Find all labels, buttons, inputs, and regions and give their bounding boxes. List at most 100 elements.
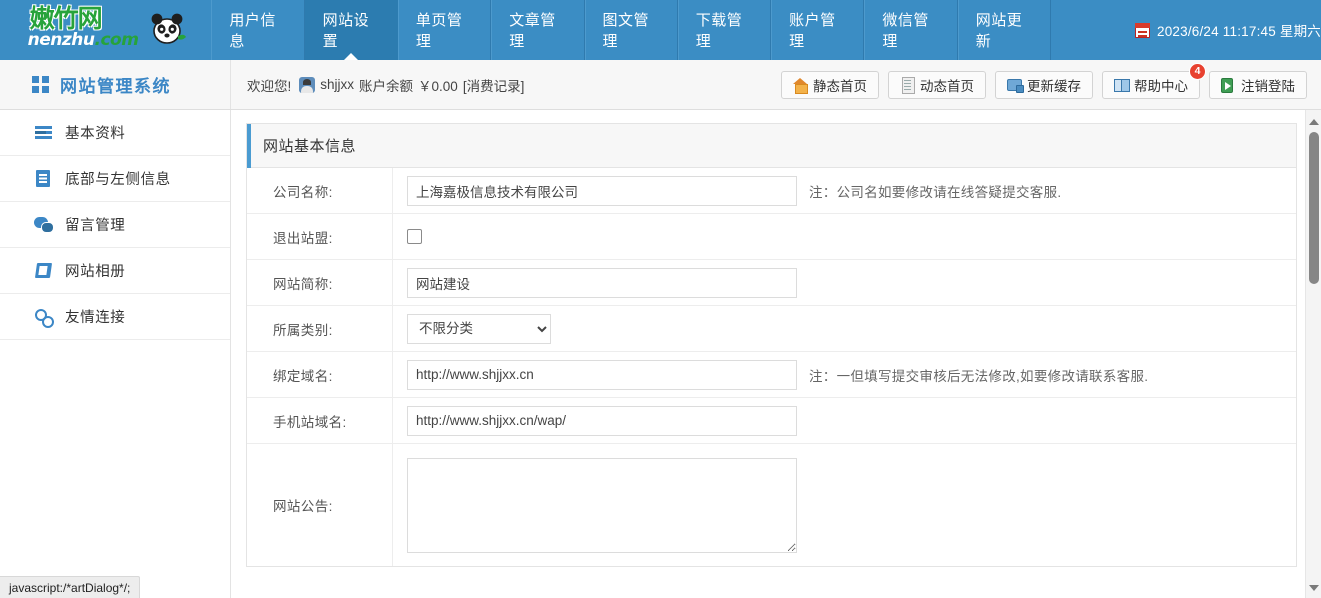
sidebar-item-friendly-links[interactable]: 友情连接 (0, 294, 230, 340)
field-label: 退出站盟: (247, 214, 393, 259)
welcome-bar: 网站管理系统 欢迎您! shjjxx 账户余额 ￥0.00 [消费记录] 静态首… (0, 60, 1321, 110)
top-navigation-bar: 嫩竹网 nenzhu.com 用户信息 网站设置 单页管理 文章管理 图文管理 … (0, 0, 1321, 60)
sidebar-item-label: 网站相册 (65, 260, 125, 281)
welcome-username: shjjxx (320, 77, 354, 92)
panda-logo-icon (146, 8, 188, 50)
form-row-site-announcement: 网站公告: (247, 444, 1296, 566)
category-select[interactable]: 不限分类 (407, 314, 551, 344)
tab-label: 微信管理 (882, 9, 939, 51)
scrollbar-thumb[interactable] (1309, 132, 1319, 284)
tab-site-update[interactable]: 网站更新 (958, 0, 1051, 60)
button-label: 静态首页 (813, 75, 867, 95)
field-label: 绑定域名: (247, 352, 393, 397)
site-short-name-input[interactable] (407, 268, 797, 298)
calendar-icon (1135, 23, 1150, 38)
brand-title: 网站管理系统 (60, 72, 171, 97)
form-row-mobile-domain: 手机站域名: (247, 398, 1296, 444)
company-name-note: 注：公司名如要修改请在线答疑提交客服. (809, 181, 1061, 201)
left-sidebar: 基本资料 底部与左侧信息 留言管理 网站相册 友情连接 (0, 110, 231, 598)
mobile-domain-input[interactable] (407, 406, 797, 436)
file-text-icon (34, 169, 53, 188)
tab-label: 账户管理 (789, 9, 846, 51)
user-avatar-icon (299, 77, 315, 93)
tab-wechat-management[interactable]: 微信管理 (864, 0, 957, 60)
tab-label: 网站设置 (323, 9, 380, 51)
list-lines-icon (34, 123, 53, 142)
active-tab-caret-icon (344, 53, 358, 60)
balance-label: 账户余额 (359, 75, 413, 95)
welcome-message: 欢迎您! shjjxx 账户余额 ￥0.00 [消费记录] (231, 75, 524, 95)
grid-icon (32, 76, 49, 93)
tab-label: 用户信息 (229, 9, 286, 51)
button-label: 帮助中心 (1134, 75, 1188, 95)
static-homepage-button[interactable]: 静态首页 (781, 71, 879, 99)
sidebar-item-message-management[interactable]: 留言管理 (0, 202, 230, 248)
sidebar-item-basic-info[interactable]: 基本资料 (0, 110, 230, 156)
tab-article-management[interactable]: 文章管理 (491, 0, 584, 60)
site-announcement-textarea[interactable] (407, 458, 797, 553)
main-content-area: 网站基本信息 公司名称: 注：公司名如要修改请在线答疑提交客服. 退出站盟: 网… (232, 110, 1313, 598)
tab-image-text-management[interactable]: 图文管理 (585, 0, 678, 60)
tab-label: 网站更新 (976, 9, 1033, 51)
home-icon (793, 77, 808, 92)
field-label: 网站公告: (247, 444, 393, 566)
logout-icon (1221, 77, 1236, 92)
button-label: 更新缓存 (1027, 75, 1081, 95)
chat-bubbles-icon (34, 215, 53, 234)
form-row-bound-domain: 绑定域名: 注：一但填写提交审核后无法修改,如要修改请联系客服. (247, 352, 1296, 398)
sidebar-item-label: 留言管理 (65, 214, 125, 235)
sidebar-item-label: 基本资料 (65, 122, 125, 143)
tab-download-management[interactable]: 下载管理 (678, 0, 771, 60)
form-row-category: 所属类别: 不限分类 (247, 306, 1296, 352)
sidebar-item-label: 底部与左侧信息 (65, 168, 171, 189)
field-label: 所属类别: (247, 306, 393, 351)
sidebar-item-label: 友情连接 (65, 306, 125, 327)
logo-chinese-text: 嫩竹网 (30, 5, 102, 32)
tab-label: 图文管理 (603, 9, 660, 51)
exit-alliance-checkbox[interactable] (407, 229, 422, 244)
company-name-input[interactable] (407, 176, 797, 206)
logo-english-text: nenzhu.com (28, 31, 139, 50)
book-icon (1114, 77, 1129, 92)
toolbar-buttons: 静态首页 动态首页 更新缓存 帮助中心 4 注销登陆 (781, 71, 1321, 99)
bound-domain-input[interactable] (407, 360, 797, 390)
vertical-scrollbar[interactable] (1305, 110, 1321, 598)
sidebar-item-site-album[interactable]: 网站相册 (0, 248, 230, 294)
tab-user-info[interactable]: 用户信息 (211, 0, 304, 60)
bound-domain-note: 注：一但填写提交审核后无法修改,如要修改请联系客服. (809, 365, 1148, 385)
button-label: 注销登陆 (1241, 75, 1295, 95)
tab-label: 下载管理 (696, 9, 753, 51)
refresh-cache-button[interactable]: 更新缓存 (995, 71, 1093, 99)
dynamic-homepage-button[interactable]: 动态首页 (888, 71, 986, 99)
status-bar-text: javascript:/*artDialog*/; (9, 581, 130, 595)
main-tab-list: 用户信息 网站设置 单页管理 文章管理 图文管理 下载管理 账户管理 微信管理 … (211, 0, 1051, 60)
scroll-down-arrow-icon[interactable] (1306, 580, 1321, 596)
album-book-icon (34, 261, 53, 280)
consumption-record-link[interactable]: [消费记录] (463, 75, 525, 95)
sidebar-item-footer-left-info[interactable]: 底部与左侧信息 (0, 156, 230, 202)
cache-refresh-icon (1007, 77, 1022, 92)
welcome-greeting: 欢迎您! (247, 75, 291, 95)
balance-amount: ￥0.00 (418, 75, 458, 95)
tab-label: 文章管理 (509, 9, 566, 51)
tab-label: 单页管理 (416, 9, 473, 51)
admin-brand: 网站管理系统 (0, 60, 231, 109)
tab-single-page-management[interactable]: 单页管理 (398, 0, 491, 60)
help-badge-count: 4 (1189, 63, 1206, 80)
form-row-site-short-name: 网站简称: (247, 260, 1296, 306)
field-label: 手机站域名: (247, 398, 393, 443)
document-icon (900, 77, 915, 92)
chain-link-icon (34, 307, 53, 326)
tab-site-settings[interactable]: 网站设置 (305, 0, 398, 60)
site-logo[interactable]: 嫩竹网 nenzhu.com (0, 0, 211, 60)
header-clock: 2023/6/24 11:17:45 星期六 (1051, 0, 1321, 60)
scroll-up-arrow-icon[interactable] (1306, 114, 1321, 130)
tab-account-management[interactable]: 账户管理 (771, 0, 864, 60)
logout-button[interactable]: 注销登陆 (1209, 71, 1307, 99)
button-label: 动态首页 (920, 75, 974, 95)
clock-text: 2023/6/24 11:17:45 星期六 (1157, 20, 1321, 40)
help-center-button[interactable]: 帮助中心 4 (1102, 71, 1200, 99)
panel-title: 网站基本信息 (247, 124, 1296, 168)
form-row-exit-alliance: 退出站盟: (247, 214, 1296, 260)
form-row-company-name: 公司名称: 注：公司名如要修改请在线答疑提交客服. (247, 168, 1296, 214)
